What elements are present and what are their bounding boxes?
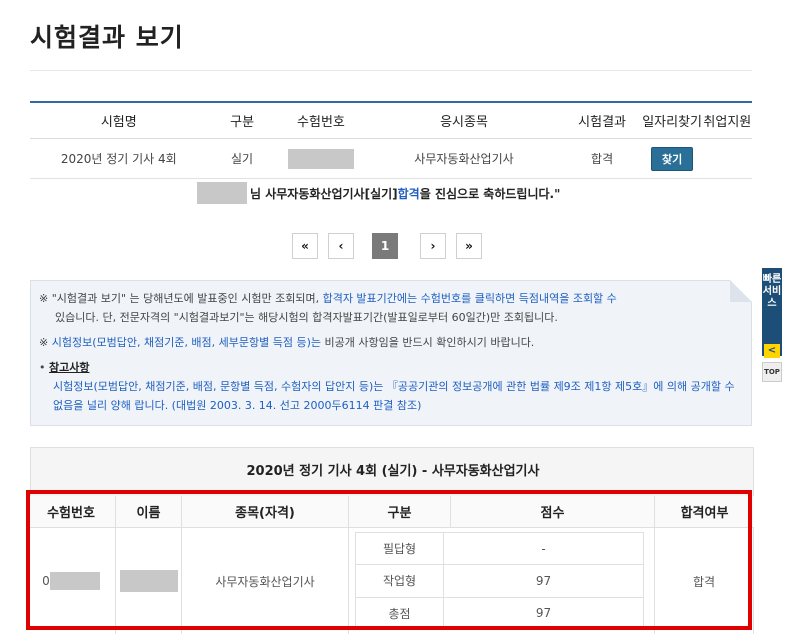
header-job-search: 일자리찾기 [642,115,703,130]
scroll-top-button[interactable]: TOP [762,362,782,382]
notice-line-2: ※ 시험정보(모범답안, 채점기준, 배점, 세부문항별 득점 등)는 비공개 … [39,333,741,352]
score-breakdown: 필답형 - 작업형 97 총점 97 [349,528,655,634]
header-category: 구분 [230,115,255,130]
redacted-name [119,570,178,592]
header-score: 점수 [451,496,655,527]
notice-text: ※ [39,336,52,349]
notice-line-1: ※ "시험결과 보기" 는 당해년도에 발표중인 시험만 조회되며, 합격자 발… [39,289,741,327]
find-job-button[interactable]: 찾기 [650,146,694,171]
score-exam-number: 0 [27,528,116,634]
page-fold-decoration [730,280,752,302]
header-result: 시험결과 [578,115,626,130]
list-item: 총점 97 [355,597,644,630]
list-item: 필답형 - [355,532,644,566]
exam-category: 실기 [231,152,254,166]
job-search-cell: 찾기 [642,146,703,171]
score-value: - [541,541,546,556]
congrats-message: 님 사무자동화산업기사[실기] 합격 을 진심으로 축하드립니다." [197,182,560,204]
notice-text: ※ "시험결과 보기" 는 당해년도에 발표중인 시험만 조회되며, [39,292,323,305]
header-exam-name: 시험명 [100,115,137,130]
score-title: 2020년 정기 기사 4회 (실기) - 사무자동화산업기사 [246,464,540,479]
header-subject: 응시종목 [440,115,488,130]
page-number-current[interactable]: 1 [372,233,398,259]
exam-name: 2020년 정기 기사 4회 [60,152,177,166]
score-type: 총점 [356,597,444,629]
chevron-left-icon[interactable]: < [764,344,780,358]
header-name: 이름 [116,496,182,527]
reference-body: 시험정보(모범답안, 채점기준, 배점, 문항별 득점, 수험자의 답안지 등)… [53,380,735,412]
header-qualification: 종목(자격) [182,496,349,527]
congrats-prefix: 님 사무자동화산업기사[실기] [250,186,398,201]
redacted-name [197,182,247,204]
score-type: 작업형 [356,565,444,597]
notice-highlight: 시험정보(모범답안, 채점기준, 배점, 세부문항별 득점 등)는 [51,336,322,349]
result-table-header: 시험명 구분 수험번호 응시종목 시험결과 일자리찾기 취업지원 [30,103,752,139]
notice-reference: • 참고사항 시험정보(모범답안, 채점기준, 배점, 문항별 득점, 수험자의… [39,358,741,415]
list-item: 작업형 97 [355,565,644,598]
bullet-icon: • [39,361,49,374]
header-job-support: 취업지원 [703,115,752,130]
score-name [116,528,182,634]
pagination: « ‹ 1 › » [292,233,482,259]
exam-number-prefix: 0 [42,574,50,588]
congrats-pass: 합격 [397,186,420,201]
score-value: 97 [535,606,552,621]
first-page-button[interactable]: « [292,233,318,259]
score-value: 97 [535,573,552,588]
score-row: 0 사무자동화산업기사 필답형 - 작업형 97 총점 97 합격 [27,528,754,634]
exam-number-link[interactable] [277,148,366,169]
score-section: 2020년 정기 기사 4회 (실기) - 사무자동화산업기사 수험번호 이름 … [27,447,754,637]
page-title: 시험결과 보기 [30,23,184,52]
notice-box: ※ "시험결과 보기" 는 당해년도에 발표중인 시험만 조회되며, 합격자 발… [30,280,752,426]
header-type: 구분 [349,496,451,527]
header-exam-number: 수험번호 [27,496,116,527]
prev-page-button[interactable]: ‹ [328,233,354,259]
score-type: 필답형 [356,533,444,565]
notice-text: 있습니다. 단, 전문자격의 "시험결과보기"는 해당시험의 합격자발표기간(발… [55,311,558,324]
score-pass-status: 합격 [655,528,754,634]
score-subject: 사무자동화산업기사 [182,528,349,634]
notice-highlight: 합격자 발표기간에는 수험번호를 클릭하면 득점내역을 조회할 수 [322,292,617,305]
header-exam-number: 수험번호 [297,115,345,130]
notice-text: 비공개 사항임을 반드시 확인하시기 바랍니다. [321,336,535,349]
title-divider [30,70,752,71]
last-page-button[interactable]: » [456,233,482,259]
exam-result: 합격 [591,152,614,166]
score-table: 수험번호 이름 종목(자격) 구분 점수 합격여부 0 사무자동화산업기사 필답… [27,496,754,637]
table-row: 2020년 정기 기사 4회 실기 사무자동화산업기사 합격 찾기 [30,139,752,179]
congrats-suffix: 을 진심으로 축하드립니다." [419,186,561,201]
exam-subject: 사무자동화산업기사 [414,152,514,166]
result-table: 시험명 구분 수험번호 응시종목 시험결과 일자리찾기 취업지원 2020년 정… [30,101,752,179]
next-page-button[interactable]: › [420,233,446,259]
quick-service-menu[interactable]: 빠른서비스 [762,268,782,356]
redacted-exam-number [49,572,100,590]
reference-title: 참고사항 [49,361,90,374]
header-pass: 합격여부 [680,506,729,521]
redacted-exam-number [287,148,354,169]
score-table-header: 수험번호 이름 종목(자격) 구분 점수 합격여부 [27,496,754,528]
